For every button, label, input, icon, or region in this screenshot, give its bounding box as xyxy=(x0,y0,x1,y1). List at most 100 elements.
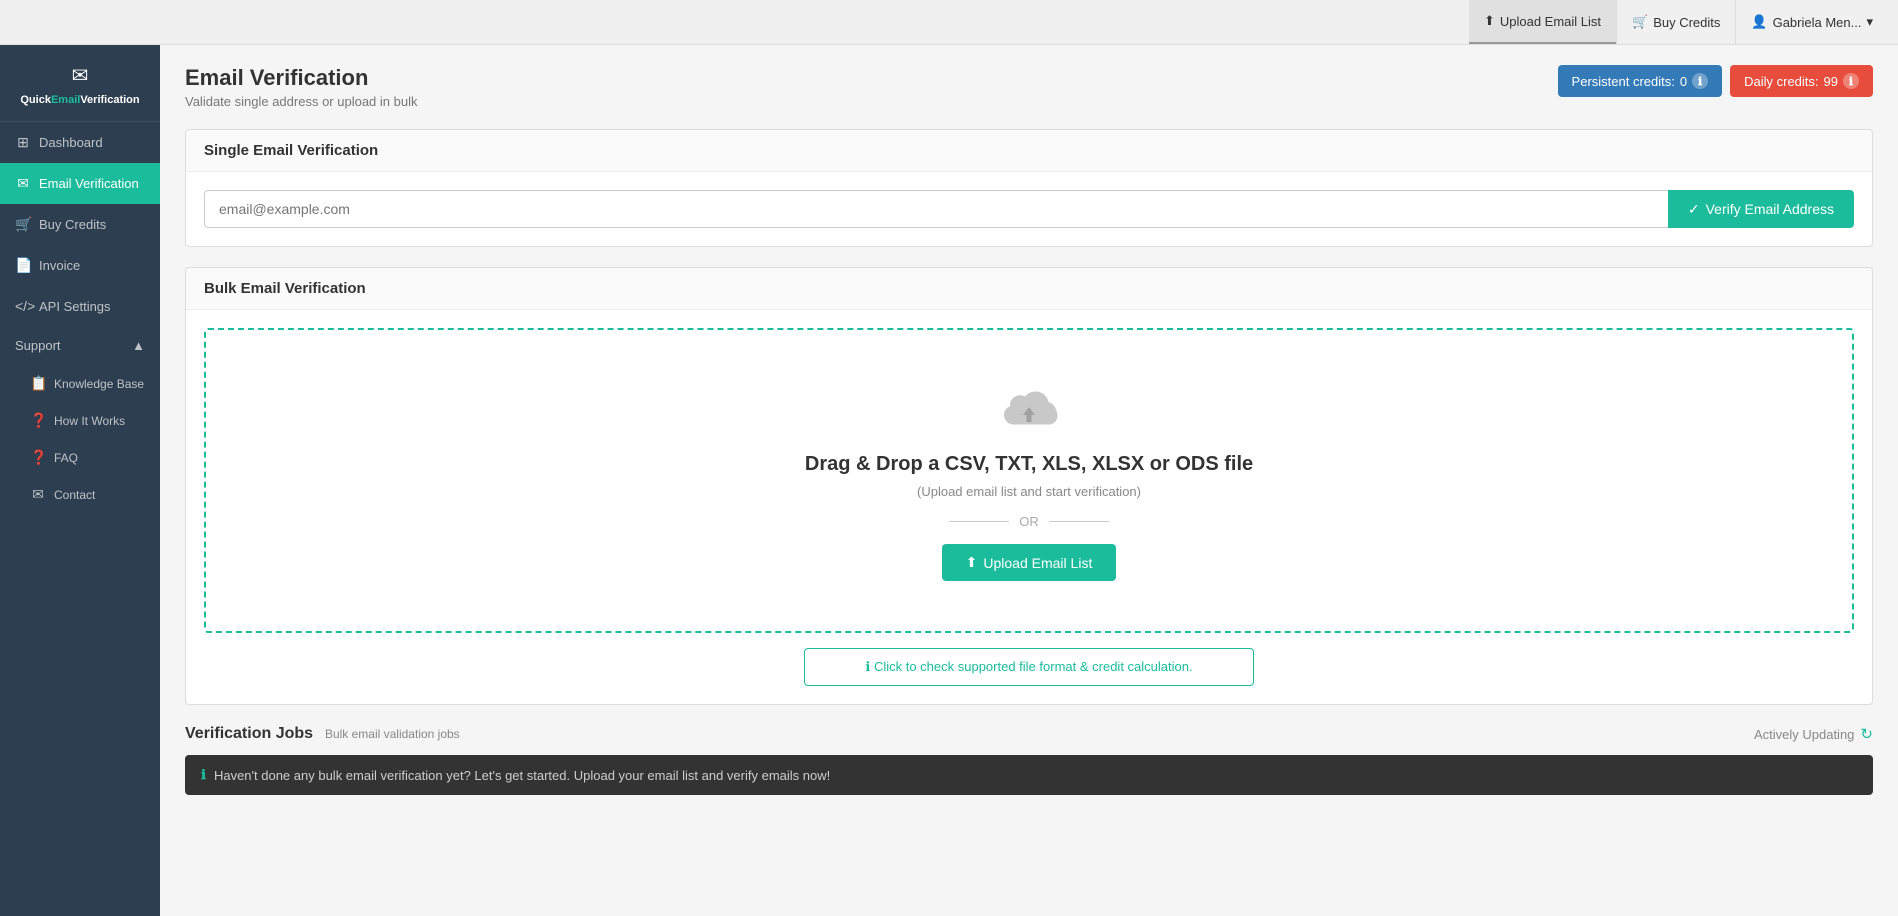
page-title-block: Email Verification Validate single addre… xyxy=(185,65,417,109)
daily-credits-label: Daily credits: xyxy=(1744,74,1818,89)
top-nav: ⬆ Upload Email List 🛒 Buy Credits 👤 Gabr… xyxy=(0,0,1898,45)
sidebar-item-email-verification[interactable]: ✉ Email Verification xyxy=(0,163,160,204)
single-verify-card: Single Email Verification ✓ Verify Email… xyxy=(185,129,1873,247)
buy-credits-nav-label: Buy Credits xyxy=(1653,15,1720,30)
sidebar-item-faq[interactable]: ❓ FAQ xyxy=(10,439,160,476)
sidebar-faq-label: FAQ xyxy=(54,451,78,465)
brand-quick: Quick xyxy=(20,94,51,106)
jobs-subtitle: Bulk email validation jobs xyxy=(325,727,460,741)
info-link-box[interactable]: ℹ Click to check supported file format &… xyxy=(804,648,1254,686)
actively-updating-label: Actively Updating xyxy=(1754,727,1854,742)
persistent-credits-value: 0 xyxy=(1680,74,1687,89)
brand-icon: ✉ xyxy=(10,63,150,88)
or-text: OR xyxy=(1019,514,1039,529)
info-icon: ℹ xyxy=(201,767,206,783)
or-line-right xyxy=(1049,521,1109,522)
sidebar-item-invoice[interactable]: 📄 Invoice xyxy=(0,245,160,286)
upload-icon: ⬆ xyxy=(1484,13,1495,29)
sidebar-invoice-label: Invoice xyxy=(39,258,80,273)
cart-sidebar-icon: 🛒 xyxy=(15,216,31,233)
code-icon: </> xyxy=(15,298,31,314)
bulk-verify-header: Bulk Email Verification xyxy=(186,268,1872,310)
credits-badges: Persistent credits: 0 ℹ Daily credits: 9… xyxy=(1558,65,1873,97)
sidebar-item-api-settings[interactable]: </> API Settings xyxy=(0,286,160,326)
daily-credits-badge: Daily credits: 99 ℹ xyxy=(1730,65,1873,97)
info-link-container: ℹ Click to check supported file format &… xyxy=(204,648,1854,686)
jobs-empty-text: Haven't done any bulk email verification… xyxy=(214,768,830,783)
grid-icon: ⊞ xyxy=(15,134,31,151)
upload-btn-label: Upload Email List xyxy=(983,555,1092,571)
sidebar-support-label: Support xyxy=(15,338,61,353)
persistent-credits-badge: Persistent credits: 0 ℹ xyxy=(1558,65,1723,97)
sidebar: ✉ QuickEmailVerification ⊞ Dashboard ✉ E… xyxy=(0,45,160,916)
page-subtitle: Validate single address or upload in bul… xyxy=(185,94,417,109)
or-divider: OR xyxy=(226,514,1832,529)
page-title: Email Verification xyxy=(185,65,417,91)
invoice-icon: 📄 xyxy=(15,257,31,274)
sidebar-how-it-works-label: How It Works xyxy=(54,414,125,428)
sidebar-knowledge-base-label: Knowledge Base xyxy=(54,377,144,391)
single-verify-header: Single Email Verification xyxy=(186,130,1872,172)
sidebar-email-verification-label: Email Verification xyxy=(39,176,139,191)
book-icon: 📋 xyxy=(30,375,46,392)
bulk-verify-title: Bulk Email Verification xyxy=(204,280,366,297)
upload-nav-label: Upload Email List xyxy=(1500,14,1601,29)
daily-info-icon[interactable]: ℹ xyxy=(1843,73,1859,89)
upload-btn-icon: ⬆ xyxy=(966,554,978,571)
user-nav[interactable]: 👤 Gabriela Men... ▾ xyxy=(1735,0,1888,44)
user-icon: 👤 xyxy=(1751,14,1767,30)
sidebar-api-settings-label: API Settings xyxy=(39,299,111,314)
jobs-empty-message: ℹ Haven't done any bulk email verificati… xyxy=(185,755,1873,795)
sidebar-item-contact[interactable]: ✉ Contact xyxy=(10,476,160,513)
single-verify-row: ✓ Verify Email Address xyxy=(204,190,1854,228)
sidebar-buy-credits-label: Buy Credits xyxy=(39,217,106,232)
drop-zone[interactable]: Drag & Drop a CSV, TXT, XLS, XLSX or ODS… xyxy=(204,328,1854,633)
content-area: Email Verification Validate single addre… xyxy=(160,45,1898,916)
single-verify-body: ✓ Verify Email Address xyxy=(186,172,1872,246)
contact-icon: ✉ xyxy=(30,486,46,503)
persistent-credits-label: Persistent credits: xyxy=(1572,74,1675,89)
question-icon: ❓ xyxy=(30,412,46,429)
daily-credits-value: 99 xyxy=(1824,74,1838,89)
verify-check-icon: ✓ xyxy=(1688,201,1700,218)
user-nav-label: Gabriela Men... xyxy=(1773,15,1862,30)
sidebar-item-how-it-works[interactable]: ❓ How It Works xyxy=(10,402,160,439)
sidebar-sub-support: 📋 Knowledge Base ❓ How It Works ❓ FAQ ✉ … xyxy=(0,365,160,513)
email-input[interactable] xyxy=(204,190,1668,228)
actively-updating: Actively Updating ↻ xyxy=(1754,725,1873,743)
upload-email-list-nav[interactable]: ⬆ Upload Email List xyxy=(1469,0,1616,44)
drop-title: Drag & Drop a CSV, TXT, XLS, XLSX or ODS… xyxy=(226,453,1832,476)
cloud-upload-icon xyxy=(994,380,1064,435)
jobs-title: Verification Jobs xyxy=(185,725,313,742)
brand: ✉ QuickEmailVerification xyxy=(0,45,160,122)
bulk-verify-card: Bulk Email Verification Drag & Drop a CS… xyxy=(185,267,1873,705)
page-header: Email Verification Validate single addre… xyxy=(185,65,1873,109)
sidebar-contact-label: Contact xyxy=(54,488,95,502)
cart-icon: 🛒 xyxy=(1632,14,1648,30)
faq-icon: ❓ xyxy=(30,449,46,466)
sidebar-item-buy-credits[interactable]: 🛒 Buy Credits xyxy=(0,204,160,245)
sidebar-item-knowledge-base[interactable]: 📋 Knowledge Base xyxy=(10,365,160,402)
sidebar-support-section[interactable]: Support ▲ xyxy=(0,326,160,365)
brand-ver: Verification xyxy=(80,94,139,106)
sidebar-dashboard-label: Dashboard xyxy=(39,135,103,150)
chevron-down-icon: ▾ xyxy=(1866,14,1873,30)
sidebar-item-dashboard[interactable]: ⊞ Dashboard xyxy=(0,122,160,163)
upload-email-list-button[interactable]: ⬆ Upload Email List xyxy=(942,544,1117,581)
verify-button-label: Verify Email Address xyxy=(1706,201,1834,217)
buy-credits-nav[interactable]: 🛒 Buy Credits xyxy=(1616,0,1735,44)
info-link-text: ℹ Click to check supported file format &… xyxy=(865,659,1192,675)
single-verify-title: Single Email Verification xyxy=(204,142,378,159)
persistent-info-icon[interactable]: ℹ xyxy=(1692,73,1708,89)
verify-email-button[interactable]: ✓ Verify Email Address xyxy=(1668,190,1854,228)
chevron-up-icon: ▲ xyxy=(132,338,145,353)
jobs-title-block: Verification Jobs Bulk email validation … xyxy=(185,725,460,743)
refresh-icon[interactable]: ↻ xyxy=(1860,725,1873,743)
jobs-header: Verification Jobs Bulk email validation … xyxy=(185,725,1873,743)
main-layout: ✉ QuickEmailVerification ⊞ Dashboard ✉ E… xyxy=(0,45,1898,916)
drop-subtitle: (Upload email list and start verificatio… xyxy=(226,484,1832,499)
bulk-verify-body: Drag & Drop a CSV, TXT, XLS, XLSX or ODS… xyxy=(186,310,1872,704)
or-line-left xyxy=(949,521,1009,522)
email-icon: ✉ xyxy=(15,175,31,192)
brand-email: Email xyxy=(51,94,80,106)
